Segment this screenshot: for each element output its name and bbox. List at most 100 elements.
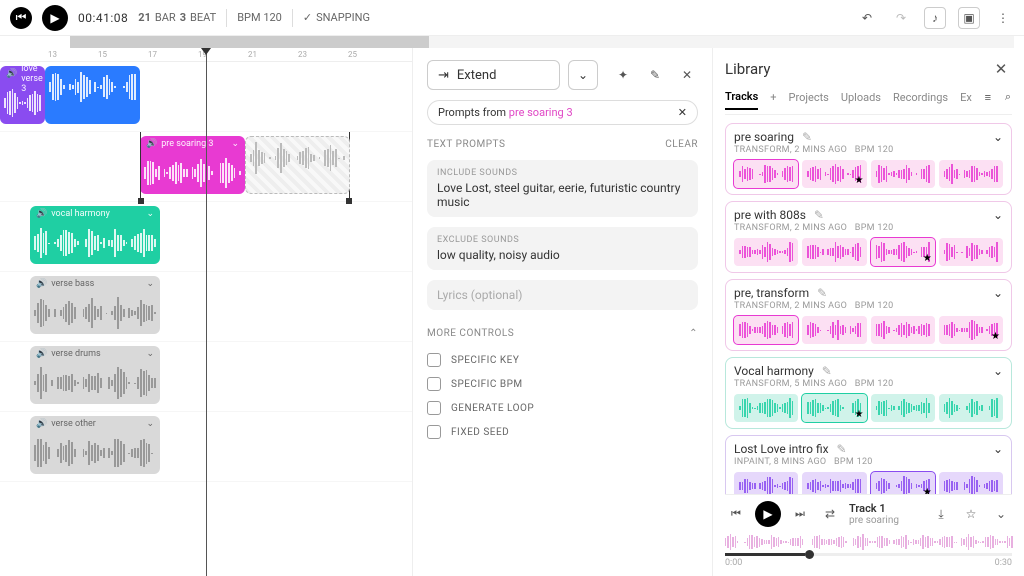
lyrics-input[interactable]: Lyrics (optional): [427, 280, 698, 310]
library-clip[interactable]: [734, 394, 798, 422]
library-clip[interactable]: [871, 160, 935, 188]
control-option[interactable]: SPECIFIC BPM: [427, 377, 698, 391]
library-tab[interactable]: Projects: [789, 91, 829, 104]
more-menu-button[interactable]: ⋮: [992, 7, 1014, 29]
player-waveform[interactable]: [725, 533, 1012, 551]
sparkle-icon[interactable]: ✦: [612, 64, 634, 86]
music-note-button[interactable]: ♪: [924, 7, 946, 29]
group-name: pre with 808s: [734, 208, 806, 222]
chevron-down-icon[interactable]: ⌄: [146, 349, 154, 359]
library-clip[interactable]: [939, 394, 1003, 422]
player-expand-button[interactable]: ⌄: [990, 503, 1012, 525]
chevron-down-icon[interactable]: ⌄: [993, 286, 1003, 300]
player-next-button[interactable]: ⏭: [789, 503, 811, 525]
exclude-sounds-input[interactable]: EXCLUDE SOUNDS low quality, noisy audio: [427, 227, 698, 270]
edit-icon[interactable]: ✎: [837, 442, 847, 456]
library-tab[interactable]: Tracks: [725, 90, 758, 110]
timeline-clip[interactable]: [245, 136, 350, 194]
checkbox[interactable]: [427, 401, 441, 415]
player-download-button[interactable]: ⤓: [930, 503, 952, 525]
library-clip[interactable]: [871, 316, 935, 344]
playhead[interactable]: [206, 48, 207, 576]
control-option[interactable]: GENERATE LOOP: [427, 401, 698, 415]
player-track-name: pre soaring: [849, 515, 922, 526]
timeline-clip[interactable]: 🔊verse other⌄: [30, 416, 160, 474]
snapping-toggle[interactable]: ✓ SNAPPING: [303, 11, 370, 24]
chevron-down-icon[interactable]: ⌄: [993, 130, 1003, 144]
library-clip[interactable]: [802, 472, 866, 494]
edit-icon[interactable]: ✎: [814, 208, 824, 222]
library-clip[interactable]: ★: [871, 238, 935, 266]
chevron-down-icon[interactable]: ⌄: [146, 279, 154, 289]
timeline-clip[interactable]: [45, 66, 140, 124]
chevron-down-icon[interactable]: ⌄: [146, 209, 154, 219]
edit-icon[interactable]: ✎: [817, 286, 827, 300]
library-clip[interactable]: [734, 472, 798, 494]
chevron-down-icon[interactable]: ⌄: [146, 419, 154, 429]
library-clip[interactable]: ★: [939, 316, 1003, 344]
chevron-down-icon[interactable]: ⌄: [993, 208, 1003, 222]
chevron-down-icon[interactable]: ⌄: [993, 442, 1003, 456]
skip-back-button[interactable]: ⏮: [10, 7, 32, 29]
library-tab[interactable]: Uploads: [841, 91, 881, 104]
library-clip[interactable]: ★: [802, 160, 866, 188]
close-panel-button[interactable]: ✕: [676, 64, 698, 86]
prompt-source-link[interactable]: pre soaring 3: [509, 106, 573, 119]
library-clip[interactable]: [939, 238, 1003, 266]
group-name: Lost Love intro fix: [734, 442, 829, 456]
bar-indicator: 21 BAR 3 BEAT: [138, 11, 216, 24]
library-clip[interactable]: [939, 160, 1003, 188]
player-prev-button[interactable]: ⏮: [725, 503, 747, 525]
edit-icon[interactable]: ✎: [802, 130, 812, 144]
timeline-clip[interactable]: 🔊vocal harmony⌄: [30, 206, 160, 264]
timeline-clip[interactable]: 🔊verse drums⌄: [30, 346, 160, 404]
library-clip[interactable]: [802, 238, 866, 266]
timeline[interactable]: 13151719212325 🔊lost love verse 3⌄🔊pre s…: [0, 48, 413, 576]
prompt-source-chip[interactable]: Prompts from pre soaring 3 ✕: [427, 100, 698, 125]
group-name: pre soaring: [734, 130, 794, 144]
mode-dropdown[interactable]: ⌄: [568, 60, 598, 90]
edit-icon[interactable]: ✎: [644, 64, 666, 86]
library-group: Lost Love intro fix✎⌄INPAINT, 8 MINS AGO…: [725, 435, 1012, 494]
timeline-scrollbar[interactable]: [70, 36, 1014, 48]
filter-icon[interactable]: ≡: [984, 86, 992, 108]
timeline-clip[interactable]: 🔊lost love verse 3⌄: [0, 66, 45, 124]
chip-clear-icon[interactable]: ✕: [678, 106, 687, 119]
library-clip[interactable]: [734, 316, 798, 344]
library-clip[interactable]: [734, 238, 798, 266]
player-seekbar[interactable]: [725, 553, 1012, 556]
library-clip[interactable]: [802, 316, 866, 344]
search-icon[interactable]: ⌕: [1004, 86, 1012, 108]
add-track-icon[interactable]: +: [770, 91, 776, 104]
clear-prompts-button[interactable]: CLEAR: [665, 139, 698, 150]
library-clip[interactable]: [871, 394, 935, 422]
timeline-clip[interactable]: 🔊verse bass⌄: [30, 276, 160, 334]
play-button[interactable]: ▶: [42, 5, 68, 31]
library-clip[interactable]: [734, 160, 798, 188]
library-tab[interactable]: Recordings: [893, 91, 948, 104]
player-shuffle-button[interactable]: ⇄: [819, 503, 841, 525]
player-play-button[interactable]: ▶: [755, 501, 781, 527]
layers-button[interactable]: ▣: [958, 7, 980, 29]
library-clip[interactable]: ★: [871, 472, 935, 494]
redo-button[interactable]: ↷: [890, 7, 912, 29]
chevron-down-icon[interactable]: ⌄: [993, 364, 1003, 378]
checkbox[interactable]: [427, 425, 441, 439]
close-library-button[interactable]: ✕: [990, 58, 1012, 80]
library-clip[interactable]: [939, 472, 1003, 494]
include-sounds-input[interactable]: INCLUDE SOUNDS Love Lost, steel guitar, …: [427, 160, 698, 217]
edit-icon[interactable]: ✎: [822, 364, 832, 378]
more-controls-label: MORE CONTROLS: [427, 328, 514, 339]
undo-button[interactable]: ↶: [856, 7, 878, 29]
library-clip[interactable]: ★: [802, 394, 866, 422]
mode-select[interactable]: ⇥ Extend: [427, 60, 560, 90]
library-group: pre with 808s✎⌄TRANSFORM, 2 MINS AGO BPM…: [725, 201, 1012, 273]
star-icon: ★: [991, 331, 1000, 342]
library-tab[interactable]: Ex: [960, 91, 972, 104]
checkbox[interactable]: [427, 377, 441, 391]
checkbox[interactable]: [427, 353, 441, 367]
collapse-controls-button[interactable]: ⌃: [689, 328, 698, 339]
control-option[interactable]: FIXED SEED: [427, 425, 698, 439]
player-star-button[interactable]: ☆: [960, 503, 982, 525]
control-option[interactable]: SPECIFIC KEY: [427, 353, 698, 367]
